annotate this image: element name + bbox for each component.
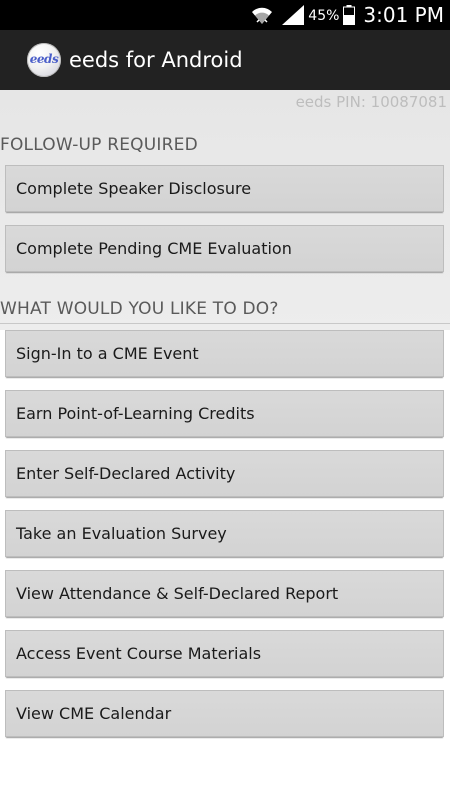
actions-header: WHAT WOULD YOU LIKE TO DO? [0,299,279,319]
earn-point-of-learning-credits-button[interactable]: Earn Point-of-Learning Credits [5,390,444,437]
pin-label: eeds PIN: 10087081 [295,93,447,111]
clock: 3:01 PM [363,3,444,27]
app-title: eeds for Android [69,48,243,72]
complete-pending-cme-evaluation-button[interactable]: Complete Pending CME Evaluation [5,225,444,272]
battery-icon [343,5,356,25]
follow-up-header: FOLLOW-UP REQUIRED [0,135,198,155]
take-evaluation-survey-button[interactable]: Take an Evaluation Survey [5,510,444,557]
wifi-icon [252,7,273,25]
section-divider [0,323,450,324]
sign-in-cme-event-button[interactable]: Sign-In to a CME Event [5,330,444,377]
app-logo[interactable]: eeds [27,43,61,77]
enter-self-declared-activity-button[interactable]: Enter Self-Declared Activity [5,450,444,497]
complete-speaker-disclosure-button[interactable]: Complete Speaker Disclosure [5,165,444,212]
view-cme-calendar-button[interactable]: View CME Calendar [5,690,444,737]
action-bar: eeds eeds for Android [0,30,450,90]
view-attendance-report-button[interactable]: View Attendance & Self-Declared Report [5,570,444,617]
app-logo-text: eeds [29,52,59,66]
status-bar: 45% 3:01 PM [0,0,450,30]
battery-percent: 45% [308,8,340,24]
access-course-materials-button[interactable]: Access Event Course Materials [5,630,444,677]
signal-icon [282,5,305,25]
status-icons: 45% 3:01 PM [250,0,444,30]
main-content: eeds PIN: 10087081 FOLLOW-UP REQUIRED Co… [0,90,450,800]
